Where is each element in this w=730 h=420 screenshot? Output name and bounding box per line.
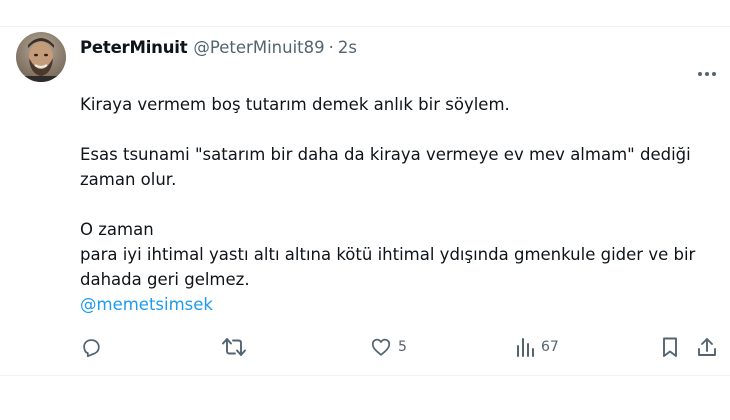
reply-button[interactable] (80, 333, 108, 361)
timestamp[interactable]: 2s (338, 38, 357, 57)
views-count: 67 (541, 339, 559, 355)
display-name[interactable]: PeterMinuit (80, 38, 188, 57)
more-horizontal-icon (698, 72, 716, 76)
tweet-text-line: Esas tsunami "satarım bir daha da kiraya… (80, 145, 691, 164)
tweet-actions: 5 67 (0, 333, 730, 361)
tweet-text-line: O zaman (80, 220, 154, 239)
avatar[interactable] (16, 32, 66, 82)
bookmark-button[interactable] (660, 333, 680, 361)
bottom-divider (0, 375, 730, 376)
like-button[interactable]: 5 (370, 333, 407, 361)
tweet-header: PeterMinuit @PeterMinuit89 · 2s (80, 35, 357, 59)
reply-icon (83, 339, 100, 358)
meta-separator: · (328, 37, 334, 57)
bookmark-icon (663, 337, 677, 357)
more-options-button[interactable] (692, 62, 722, 86)
retweet-button[interactable] (221, 333, 253, 361)
tweet-text-line: Kiraya vermem boş tutarım demek anlık bi… (80, 95, 510, 114)
avatar-image (16, 32, 66, 82)
views-button[interactable]: 67 (515, 333, 559, 361)
views-icon (517, 338, 534, 357)
top-divider (0, 0, 730, 27)
tweet-text-line: para iyi ihtimal yastı altı altına kötü … (80, 245, 696, 264)
share-icon (698, 338, 716, 356)
share-button[interactable] (696, 333, 718, 361)
tweet-text-line: dahada geri gelmez. (80, 270, 250, 289)
retweet-icon (222, 338, 246, 356)
like-count: 5 (398, 339, 407, 355)
heart-icon (371, 338, 391, 356)
user-handle[interactable]: @PeterMinuit89 (193, 38, 324, 57)
tweet-text-line: zaman olur. (80, 170, 177, 189)
mention-link[interactable]: @memetsimsek (80, 292, 710, 317)
tweet-text: Kiraya vermem boş tutarım demek anlık bi… (80, 92, 710, 317)
